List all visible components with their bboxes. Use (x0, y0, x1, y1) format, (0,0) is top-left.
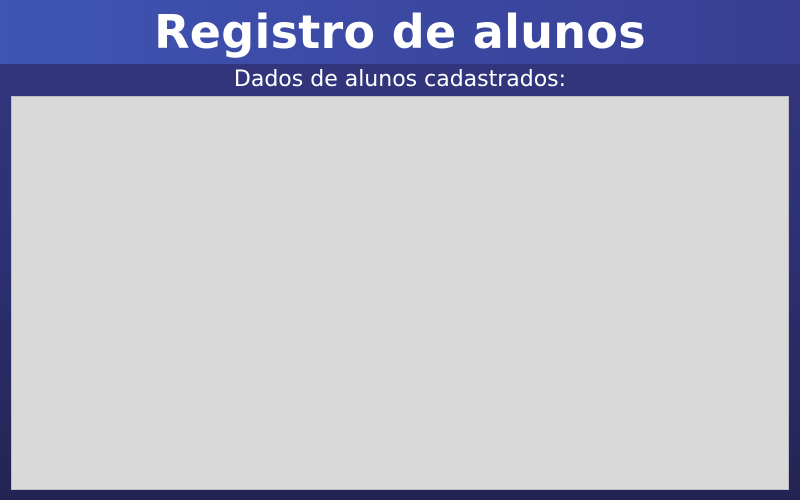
title-bar: Registro de alunos (0, 0, 800, 64)
section-subtitle: Dados de alunos cadastrados: (233, 67, 567, 92)
page-title: Registro de alunos (154, 5, 646, 59)
student-records-panel (11, 96, 789, 490)
